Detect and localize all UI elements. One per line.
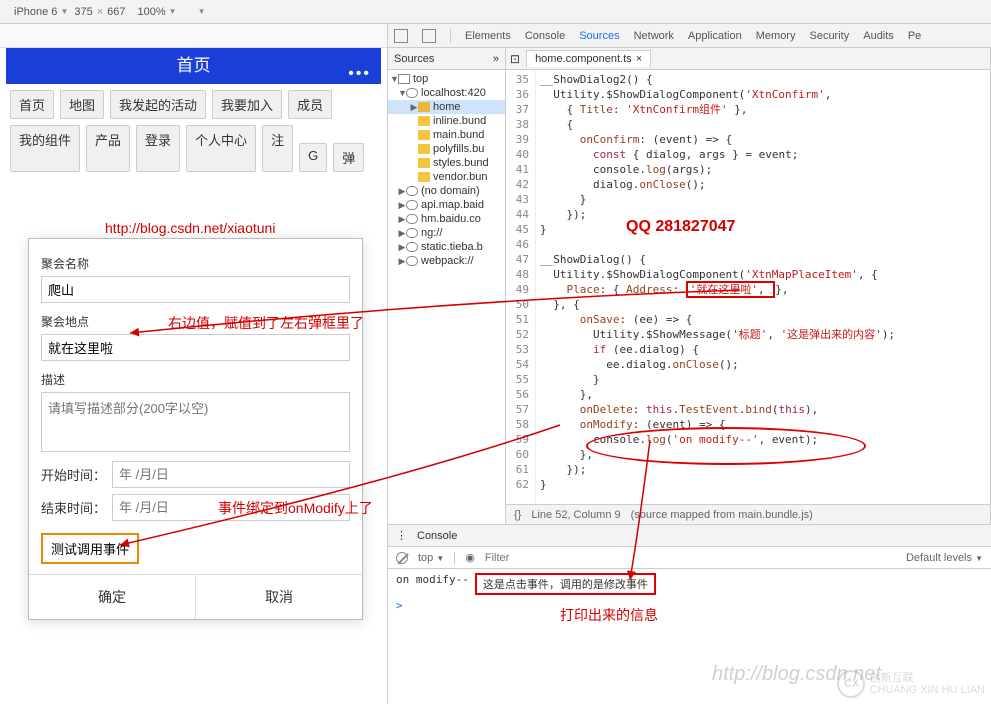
log-text: on modify-- <box>396 573 469 595</box>
levels-select[interactable]: Default levels ▼ <box>906 552 983 564</box>
desc-textarea[interactable] <box>41 392 350 452</box>
sidebar-tab-sources[interactable]: Sources» <box>388 48 505 70</box>
nav-profile[interactable]: 个人中心 <box>186 125 256 172</box>
nav-components[interactable]: 我的组件 <box>10 125 80 172</box>
test-call-event-button[interactable]: 测试调用事件 <box>41 533 139 564</box>
name-input[interactable] <box>41 276 350 303</box>
nav-x3[interactable]: 弹 <box>333 143 364 172</box>
devtools-tabs: Elements Console Sources Network Applica… <box>388 24 991 48</box>
console-prompt[interactable]: > <box>396 599 403 612</box>
tree-top[interactable]: ▼top <box>388 72 505 86</box>
source-map-info: (source mapped from main.bundle.js) <box>631 509 813 521</box>
context-select[interactable]: top ▼ <box>418 552 444 564</box>
start-date-input[interactable] <box>112 461 350 488</box>
watermark-logo: CX 创新互联CHUANG XIN HU LIAN <box>837 670 985 698</box>
start-label: 开始时间： <box>41 465 106 484</box>
console-log-row[interactable]: on modify-- 这是点击事件，调用的是修改事件 <box>396 571 983 597</box>
console-menu-icon[interactable]: ⋮ <box>396 529 407 542</box>
nav-products[interactable]: 产品 <box>86 125 130 172</box>
nav-join[interactable]: 我要加入 <box>212 90 282 119</box>
clear-console-icon[interactable] <box>396 552 408 564</box>
device-select[interactable]: iPhone 6▼ <box>14 6 68 18</box>
page-title: 首页 <box>177 56 211 75</box>
device-toggle-icon[interactable] <box>422 29 436 43</box>
device-toolbar: iPhone 6▼ 375 × 667 100%▼ ▼ <box>0 0 991 24</box>
nav-buttons: 首页 地图 我发起的活动 我要加入 成员 我的组件 产品 登录 个人中心 注 G… <box>6 84 381 178</box>
tree-file[interactable]: inline.bund <box>388 114 505 128</box>
ok-button[interactable]: 确定 <box>29 575 196 619</box>
tree-domain[interactable]: ▼localhost:420 <box>388 86 505 100</box>
tree-cloud[interactable]: ▶(no domain) <box>388 184 505 198</box>
cancel-button[interactable]: 取消 <box>196 575 362 619</box>
code-editor[interactable]: 3536373839404142434445464748495051525354… <box>506 70 990 504</box>
sources-sidebar: Sources» ▼top ▼localhost:420 ▶home inlin… <box>388 48 506 524</box>
tree-cloud[interactable]: ▶ng:// <box>388 226 505 240</box>
tab-console[interactable]: Console <box>525 30 565 42</box>
nav-map[interactable]: 地图 <box>60 90 104 119</box>
editor-tabs: ⊡ home.component.ts× <box>506 48 990 70</box>
close-icon[interactable]: × <box>636 53 642 65</box>
desc-label: 描述 <box>41 371 350 388</box>
tree-cloud[interactable]: ▶hm.baidu.co <box>388 212 505 226</box>
nav-login[interactable]: 登录 <box>136 125 180 172</box>
tree-file[interactable]: styles.bund <box>388 156 505 170</box>
nav-members[interactable]: 成员 <box>288 90 332 119</box>
editor-nav-icon[interactable]: ⊡ <box>510 52 520 66</box>
cursor-pos: Line 52, Column 9 <box>531 509 620 521</box>
console-filter-input[interactable] <box>485 552 635 564</box>
tab-network[interactable]: Network <box>634 30 674 42</box>
address-bar[interactable] <box>0 24 387 48</box>
tab-elements[interactable]: Elements <box>465 30 511 42</box>
end-label: 结束时间： <box>41 498 106 517</box>
device-height[interactable]: 667 <box>107 6 125 18</box>
dialog: 聚会名称 聚会地点 描述 开始时间： 结束时间： 测试调用事件 确定 取消 <box>28 238 363 620</box>
tab-application[interactable]: Application <box>688 30 742 42</box>
device-preview: 首页 ••• 首页 地图 我发起的活动 我要加入 成员 我的组件 产品 登录 个… <box>0 48 387 704</box>
tab-more[interactable]: Pe <box>908 30 921 42</box>
tree-cloud[interactable]: ▶webpack:// <box>388 254 505 268</box>
tab-memory[interactable]: Memory <box>756 30 796 42</box>
tree-file[interactable]: polyfills.bu <box>388 142 505 156</box>
filter-icon[interactable]: ◉ <box>465 551 475 564</box>
more-icon[interactable]: ••• <box>348 56 371 92</box>
orientation-select[interactable]: ▼ <box>195 7 206 16</box>
name-label: 聚会名称 <box>41 255 350 272</box>
chevron-down-icon: ▼ <box>60 7 68 16</box>
tab-sources[interactable]: Sources <box>579 30 619 42</box>
editor-status: {} Line 52, Column 9 (source mapped from… <box>506 504 990 524</box>
nav-x1[interactable]: 注 <box>262 125 293 172</box>
tree-folder-home[interactable]: ▶home <box>388 100 505 114</box>
nav-myevents[interactable]: 我发起的活动 <box>110 90 206 119</box>
tab-audits[interactable]: Audits <box>863 30 894 42</box>
end-date-input[interactable] <box>112 494 350 521</box>
app-header: 首页 ••• <box>6 48 381 84</box>
nav-x2[interactable]: G <box>299 143 327 172</box>
addr-input[interactable] <box>41 334 350 361</box>
tree-file[interactable]: main.bund <box>388 128 505 142</box>
editor-tab[interactable]: home.component.ts× <box>526 50 651 67</box>
inspect-icon[interactable] <box>394 29 408 43</box>
tree-file[interactable]: vendor.bun <box>388 170 505 184</box>
addr-label: 聚会地点 <box>41 313 350 330</box>
zoom-select[interactable]: 100%▼ <box>138 6 177 18</box>
nav-home[interactable]: 首页 <box>10 90 54 119</box>
tab-security[interactable]: Security <box>809 30 849 42</box>
device-width[interactable]: 375 <box>74 6 92 18</box>
tree-cloud[interactable]: ▶api.map.baid <box>388 198 505 212</box>
console-tab[interactable]: Console <box>417 530 457 542</box>
log-object: 这是点击事件，调用的是修改事件 <box>475 573 656 595</box>
tree-cloud[interactable]: ▶static.tieba.b <box>388 240 505 254</box>
